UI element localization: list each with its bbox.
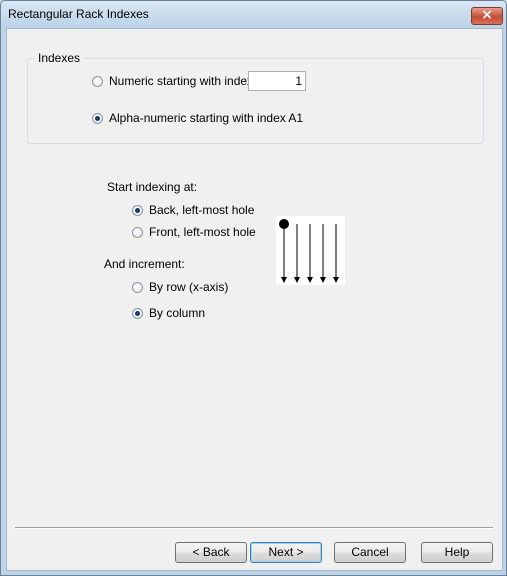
- start-front-option[interactable]: Front, left-most hole: [132, 225, 256, 239]
- start-front-radio[interactable]: [132, 226, 143, 238]
- increment-column-option[interactable]: By column: [132, 306, 205, 320]
- title-bar[interactable]: Rectangular Rack Indexes ×: [1, 1, 506, 27]
- dialog-body: Indexes Numeric starting with index: 1 A…: [6, 28, 503, 571]
- increment-column-radio[interactable]: [132, 307, 143, 319]
- increment-row-option[interactable]: By row (x-axis): [132, 280, 228, 294]
- window-title: Rectangular Rack Indexes: [8, 7, 149, 21]
- alpha-radio[interactable]: [92, 112, 103, 124]
- footer-separator: [15, 527, 493, 529]
- start-back-option[interactable]: Back, left-most hole: [132, 203, 254, 217]
- help-button[interactable]: Help: [421, 542, 493, 563]
- increment-column-label: By column: [149, 306, 206, 320]
- start-heading: Start indexing at:: [107, 180, 198, 194]
- increment-diagram: [276, 216, 345, 285]
- numeric-label: Numeric starting with index:: [109, 74, 257, 88]
- start-index-input[interactable]: 1: [248, 71, 306, 91]
- close-icon: ×: [481, 7, 493, 23]
- start-front-label: Front, left-most hole: [149, 225, 256, 239]
- indexes-group-label: Indexes: [35, 51, 84, 65]
- start-back-radio[interactable]: [132, 204, 143, 216]
- numeric-option[interactable]: Numeric starting with index:: [92, 74, 256, 88]
- column-increment-diagram-icon: [279, 219, 339, 283]
- close-button[interactable]: ×: [471, 7, 503, 25]
- increment-heading: And increment:: [104, 257, 185, 271]
- alpha-label: Alpha-numeric starting with index A1: [109, 111, 304, 125]
- start-back-label: Back, left-most hole: [149, 203, 255, 217]
- increment-row-label: By row (x-axis): [149, 280, 229, 294]
- alpha-option[interactable]: Alpha-numeric starting with index A1: [92, 111, 303, 125]
- increment-row-radio[interactable]: [132, 281, 143, 293]
- dialog-window: Rectangular Rack Indexes × Indexes Numer…: [0, 0, 507, 576]
- cancel-button[interactable]: Cancel: [334, 542, 406, 563]
- next-button[interactable]: Next >: [250, 542, 322, 563]
- numeric-radio[interactable]: [92, 75, 103, 87]
- back-button[interactable]: < Back: [175, 542, 247, 563]
